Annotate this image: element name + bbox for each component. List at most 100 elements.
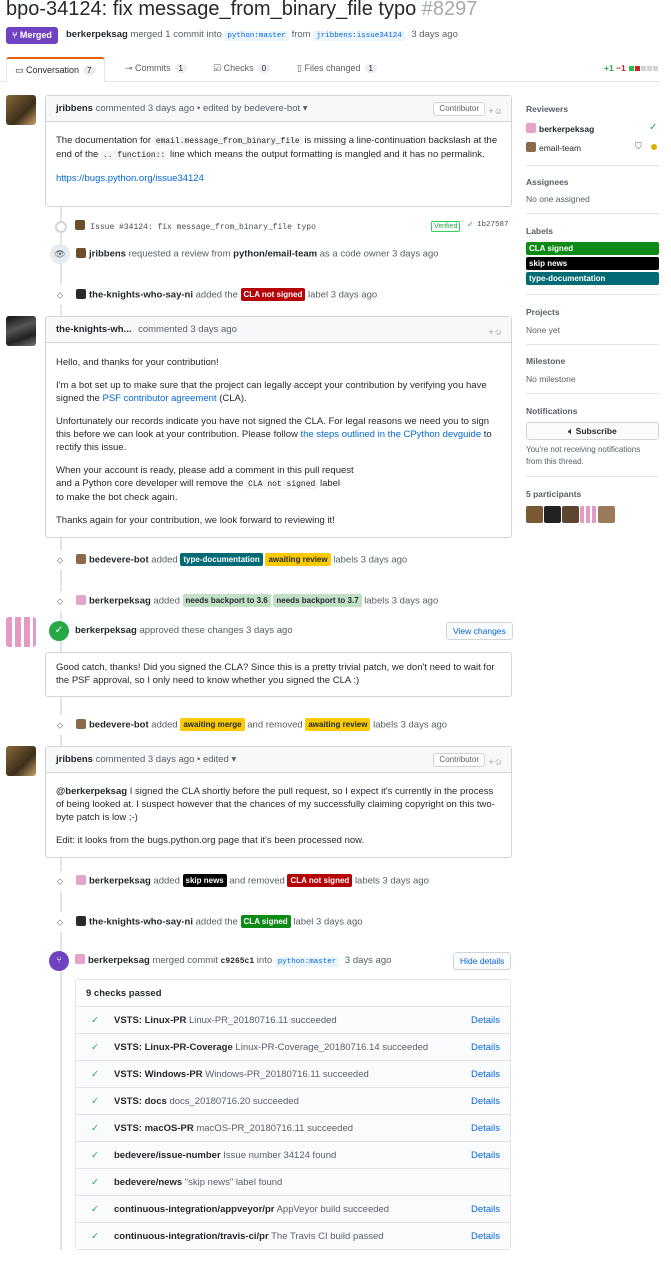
assignees-heading[interactable]: Assignees xyxy=(526,177,569,187)
check-details-link[interactable]: Details xyxy=(471,1223,500,1250)
projects-heading[interactable]: Projects xyxy=(526,307,560,317)
comment-author[interactable]: jribbens xyxy=(56,103,93,114)
check-details-link[interactable]: Details xyxy=(471,1061,500,1088)
avatar[interactable] xyxy=(76,288,86,299)
avatar[interactable] xyxy=(76,553,86,564)
avatar[interactable] xyxy=(6,617,36,647)
issue-link[interactable]: https://bugs.python.org/issue34124 xyxy=(56,173,204,184)
tab-conversation[interactable]: ▭ Conversation 7 xyxy=(6,57,105,82)
event-actor[interactable]: bedevere-bot xyxy=(89,720,149,731)
tab-files-changed[interactable]: ▯ Files changed 1 xyxy=(297,57,377,82)
event-text: labels 3 days ago xyxy=(373,719,448,731)
avatar[interactable] xyxy=(76,874,86,885)
labels-heading[interactable]: Labels xyxy=(526,226,553,236)
comment-meta[interactable]: commented 3 days ago xyxy=(138,324,237,335)
merge-branch[interactable]: python:master xyxy=(274,957,340,967)
sidebar-label-type-documentation[interactable]: type-documentation xyxy=(526,272,659,285)
event-text: and removed xyxy=(247,719,303,731)
event-actor[interactable]: berkerpeksag xyxy=(89,876,151,887)
add-reaction-icon[interactable]: +☺ xyxy=(489,319,503,345)
merge-commit-sha[interactable]: c9265c1 xyxy=(221,957,255,966)
label-awaiting-merge[interactable]: awaiting merge xyxy=(180,717,245,731)
check-details-link[interactable]: Details xyxy=(471,1088,500,1115)
label-cla-not-signed[interactable]: CLA not signed xyxy=(240,287,306,301)
avatar[interactable] xyxy=(6,746,36,776)
event-text: label 3 days ago xyxy=(307,289,378,301)
comment-meta[interactable]: commented 3 days ago • edited ▾ xyxy=(96,754,237,765)
milestone-heading[interactable]: Milestone xyxy=(526,356,565,366)
avatar[interactable] xyxy=(526,506,543,523)
check-details-link[interactable]: Details xyxy=(471,1007,500,1034)
assignees-value: No one assigned xyxy=(526,194,590,204)
label-cla-not-signed[interactable]: CLA not signed xyxy=(287,873,353,887)
comment-meta[interactable]: commented 3 days ago • edited by bedever… xyxy=(96,103,308,114)
event-actor[interactable]: the-knights-who-say-ni xyxy=(89,917,193,928)
event-actor[interactable]: berkerpeksag xyxy=(75,625,137,636)
avatar[interactable] xyxy=(544,506,561,523)
avatar[interactable] xyxy=(76,247,86,258)
add-reaction-icon[interactable]: +☺ xyxy=(489,98,503,124)
subscribe-button[interactable]: 🔈︎ Subscribe xyxy=(526,422,659,440)
check-icon: ✓ xyxy=(91,1123,99,1134)
event-actor[interactable]: berkerpeksag xyxy=(89,596,151,607)
avatar[interactable] xyxy=(76,718,86,729)
event-actor[interactable]: jribbens xyxy=(89,249,126,260)
reviewer-row[interactable]: email-team xyxy=(526,142,581,153)
tab-conversation-count: 7 xyxy=(83,66,96,75)
check-icon: ✓ xyxy=(91,1042,99,1053)
tab-commits[interactable]: ⊸ Commits 1 xyxy=(125,57,187,82)
head-branch[interactable]: jribbens:issue34124 xyxy=(313,31,405,41)
check-details-link[interactable]: Details xyxy=(471,1196,500,1223)
label-awaiting-review[interactable]: awaiting review xyxy=(265,552,331,566)
avatar[interactable] xyxy=(562,506,579,523)
avatar[interactable] xyxy=(75,954,85,964)
merger-link[interactable]: berkerpeksag xyxy=(66,29,128,40)
check-description: Issue number 34124 found xyxy=(223,1150,337,1161)
comment-text: and a Python core developer will remove … xyxy=(56,478,244,489)
event-text: added xyxy=(151,719,178,731)
check-icon: ✓ xyxy=(91,1096,99,1107)
event-team[interactable]: python/email-team xyxy=(233,249,317,260)
avatar[interactable] xyxy=(580,506,597,523)
sidebar-label-skip-news[interactable]: skip news xyxy=(526,257,659,270)
avatar[interactable] xyxy=(598,506,615,523)
event-text: approved these changes 3 days ago xyxy=(139,625,293,636)
event-actor[interactable]: bedevere-bot xyxy=(89,555,149,566)
avatar[interactable] xyxy=(76,915,86,926)
view-changes-button[interactable]: View changes xyxy=(446,622,513,640)
pr-title: bpo-34124: fix message_from_binary_file … xyxy=(6,0,477,21)
check-details-link[interactable]: Details xyxy=(471,1034,500,1061)
comment-author[interactable]: the-knights-wh... xyxy=(56,324,131,335)
avatar[interactable] xyxy=(6,316,36,346)
psf-cla-link[interactable]: PSF contributor agreement xyxy=(102,393,216,404)
base-branch[interactable]: python:master xyxy=(224,31,289,41)
event-actor[interactable]: berkerpeksag xyxy=(88,955,150,966)
devguide-link[interactable]: the steps outlined in the CPython devgui… xyxy=(301,429,482,440)
label-backport-36[interactable]: needs backport to 3.6 xyxy=(182,593,271,607)
comment-author[interactable]: jribbens xyxy=(56,754,93,765)
comment-header: jribbens commented 3 days ago • edited ▾… xyxy=(46,747,511,773)
label-cla-signed[interactable]: CLA signed xyxy=(240,914,291,928)
check-details-link[interactable]: Details xyxy=(471,1115,500,1142)
user-mention[interactable]: @berkerpeksag xyxy=(56,786,127,797)
label-awaiting-review[interactable]: awaiting review xyxy=(305,717,371,731)
label-type-documentation[interactable]: type-documentation xyxy=(180,552,263,566)
event-actor[interactable]: the-knights-who-say-ni xyxy=(89,290,193,301)
sidebar-label-cla-signed[interactable]: CLA signed xyxy=(526,242,659,255)
add-reaction-icon[interactable]: +☺ xyxy=(489,749,503,775)
hide-details-button[interactable]: Hide details xyxy=(453,952,512,970)
comment-body: Hello, and thanks for your contribution!… xyxy=(46,343,511,535)
check-details-link[interactable]: Details xyxy=(471,1142,500,1169)
tab-checks[interactable]: ☑ Checks 0 xyxy=(213,57,271,82)
avatar[interactable] xyxy=(75,220,85,230)
verified-badge[interactable]: Verified xyxy=(431,221,461,232)
commit-message[interactable]: Issue #34124: fix message_from_binary_fi… xyxy=(90,223,316,232)
reviewer-row[interactable]: berkerpeksag xyxy=(526,123,594,134)
check-description: "skip news" label found xyxy=(184,1177,283,1188)
commit-sha[interactable]: 1b27587 xyxy=(477,221,509,229)
label-backport-37[interactable]: needs backport to 3.7 xyxy=(273,593,362,607)
avatar[interactable] xyxy=(6,95,36,125)
tab-files-count: 1 xyxy=(364,64,377,73)
avatar[interactable] xyxy=(76,594,86,605)
label-skip-news[interactable]: skip news xyxy=(182,873,227,887)
